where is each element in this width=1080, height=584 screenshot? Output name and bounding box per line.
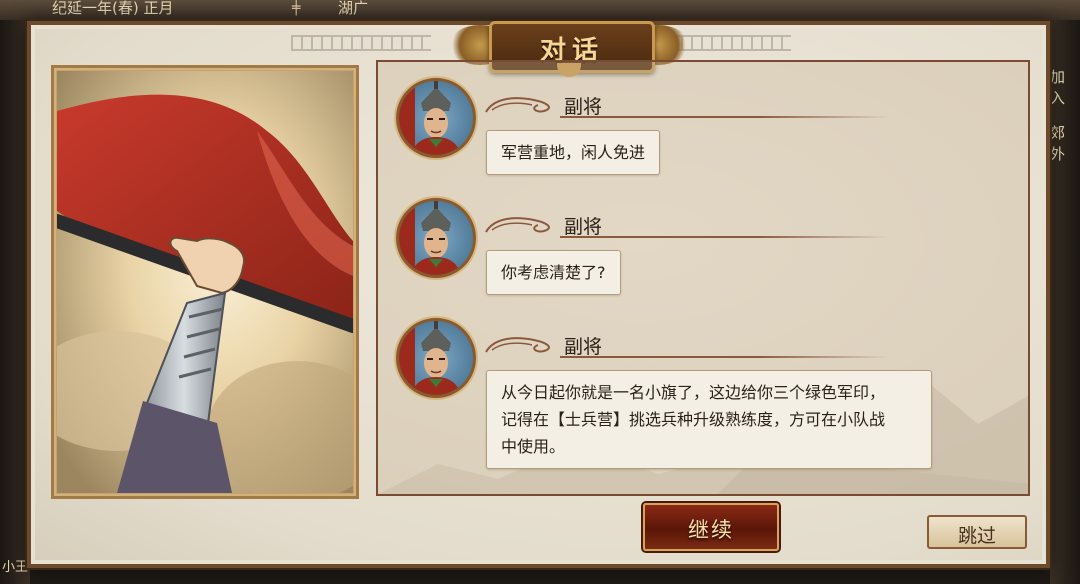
speaker-name: 副将 bbox=[564, 216, 603, 238]
dialogue-text-bubble: 你考虑清楚了? bbox=[486, 250, 621, 295]
continue-button-label: 继续 bbox=[688, 518, 734, 542]
illustration-frame bbox=[51, 65, 359, 499]
skip-button[interactable]: 跳过 bbox=[927, 515, 1027, 549]
speaker-namebar: 副将 bbox=[484, 92, 890, 118]
name-divider bbox=[560, 356, 890, 358]
skip-button-label: 跳过 bbox=[957, 525, 996, 547]
region-name: 湖广 bbox=[338, 0, 369, 17]
top-status-bar: 纪延一年(春) 正月 ╪ 湖广 bbox=[0, 0, 1080, 20]
message-row: 副将 军营重地，闲人免进 bbox=[378, 78, 978, 178]
dialogue-text-bubble: 军营重地，闲人免进 bbox=[486, 130, 661, 175]
soldier-portrait-icon bbox=[396, 198, 476, 278]
dialogue-text-line: 从今日起你就是一名小旗了，这边给你三个绿色军印， bbox=[501, 383, 886, 402]
game-date: 纪延一年(春) 正月 bbox=[52, 0, 174, 17]
fret-ornament-left bbox=[291, 35, 431, 51]
dialogue-log-panel: 副将 军营重地，闲人免进 副将 你考虑清楚了? 副将 从今日起你就是一名小旗了，… bbox=[376, 60, 1030, 496]
separator-icon: ╪ bbox=[292, 0, 301, 16]
dialogue-text-line: 中使用。 bbox=[501, 437, 566, 456]
message-row: 副将 你考虑清楚了? bbox=[378, 198, 978, 298]
right-side-panel: 加入 郊外 bbox=[1050, 20, 1080, 584]
right-side-label-1[interactable]: 加入 bbox=[1050, 66, 1076, 108]
speaker-name: 副将 bbox=[564, 96, 603, 118]
cloud-swirl-icon bbox=[485, 217, 550, 233]
continue-button[interactable]: 继续 bbox=[643, 503, 779, 551]
right-side-label-2[interactable]: 郊外 bbox=[1050, 122, 1076, 164]
dialogue-window: 对话 副将 军营重地，闲人免进 副将 你考虑清楚了? 副将 从今日起你就是一名小… bbox=[27, 21, 1050, 568]
speaker-namebar: 副将 bbox=[484, 332, 890, 358]
cloud-swirl-icon bbox=[485, 97, 550, 113]
dialogue-text-line: 记得在【士兵营】挑选兵种升级熟练度，方可在小队战 bbox=[501, 410, 886, 429]
speaker-avatar-art bbox=[399, 321, 461, 395]
name-divider bbox=[560, 236, 890, 238]
cloud-swirl-icon bbox=[485, 337, 550, 353]
raised-banner-illustration bbox=[57, 71, 353, 493]
speaker-avatar-art bbox=[399, 201, 461, 275]
speaker-name: 副将 bbox=[564, 336, 603, 358]
name-divider bbox=[560, 116, 890, 118]
message-row: 副将 从今日起你就是一名小旗了，这边给你三个绿色军印， 记得在【士兵营】挑选兵种… bbox=[378, 318, 978, 478]
soldier-portrait-icon bbox=[396, 78, 476, 158]
dialogue-text-bubble: 从今日起你就是一名小旗了，这边给你三个绿色军印， 记得在【士兵营】挑选兵种升级熟… bbox=[486, 370, 932, 469]
left-side-label: 小王 bbox=[2, 560, 29, 575]
speaker-avatar-art bbox=[399, 81, 461, 155]
speaker-namebar: 副将 bbox=[484, 212, 890, 238]
soldier-portrait-icon bbox=[396, 318, 476, 398]
left-side-panel: 小王 bbox=[0, 20, 30, 584]
